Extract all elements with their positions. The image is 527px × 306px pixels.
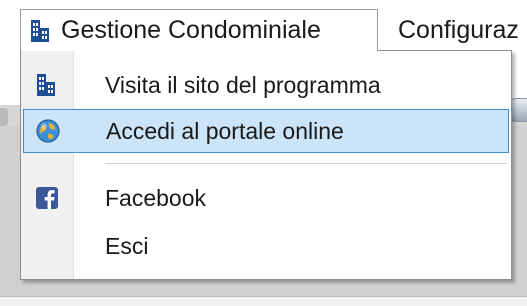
menu-item-facebook[interactable]: Facebook (23, 176, 509, 220)
menu-item-label: Esci (105, 232, 149, 259)
menu-item-esci[interactable]: Esci (23, 224, 509, 268)
globe-icon (35, 118, 61, 144)
menu-item-accedi-portale[interactable]: Accedi al portale online (23, 109, 509, 153)
menu-separator (105, 163, 507, 164)
menu-item-label: Facebook (105, 184, 207, 211)
menu-configurazione[interactable]: Configuraz (398, 9, 519, 51)
menu-item-visita-sito[interactable]: Visita il sito del programma (23, 63, 509, 107)
building-icon (35, 72, 59, 98)
menu-configurazione-label: Configuraz (398, 15, 519, 44)
menu-item-label: Accedi al portale online (106, 117, 344, 144)
menu-gestione-condominiale[interactable]: Gestione Condominiale (20, 9, 378, 51)
menu-item-label: Visita il sito del programma (105, 71, 381, 98)
facebook-icon (36, 187, 58, 209)
dropdown-menu: Visita il sito del programma Accedi al p… (20, 50, 512, 280)
toolbar-grip (0, 108, 8, 126)
menu-gestione-condominiale-label: Gestione Condominiale (61, 16, 321, 44)
building-icon (29, 18, 53, 44)
